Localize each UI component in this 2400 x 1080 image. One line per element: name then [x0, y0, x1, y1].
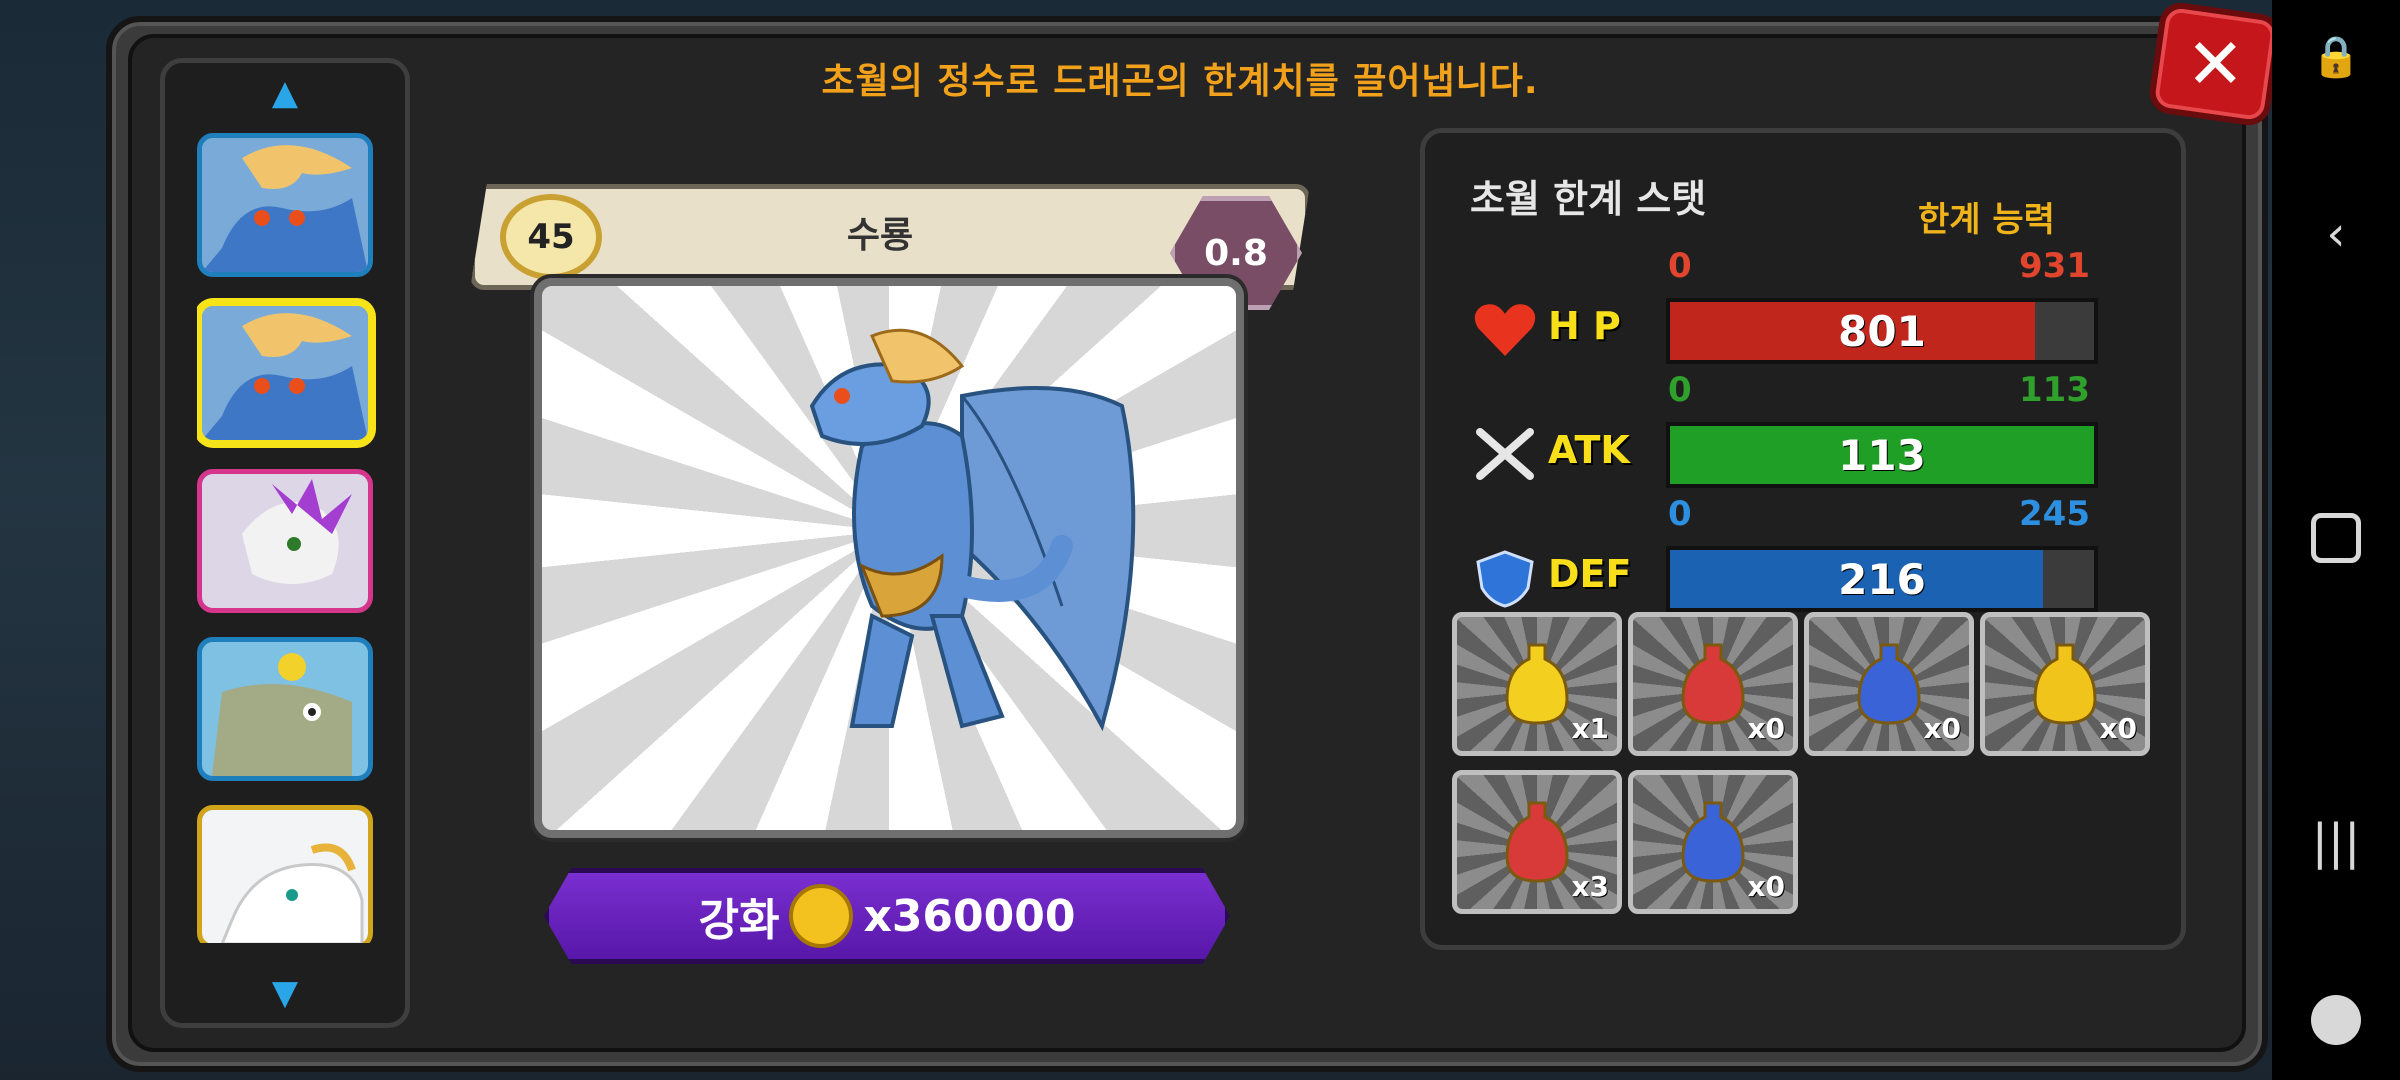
- essence-item-slot[interactable]: x0: [1804, 612, 1974, 756]
- stat-row-def: 0 245 DEF 216: [1470, 494, 2098, 614]
- dragon-list-item-selected[interactable]: [197, 301, 373, 445]
- close-button[interactable]: ✕: [2146, 0, 2284, 128]
- scroll-up-icon[interactable]: ▲: [165, 73, 405, 113]
- stat-max: 931: [2019, 246, 2090, 286]
- gamepad-circle: [2311, 995, 2361, 1045]
- back-icon[interactable]: ‹: [2306, 204, 2366, 264]
- essence-items: x1 x0 x0 x0 x3 x0: [1452, 612, 2152, 914]
- shield-icon: [1476, 550, 1534, 608]
- stat-row-atk: 0 113 ATK 113: [1470, 370, 2098, 490]
- stat-min: 0: [1668, 246, 1692, 286]
- dragon-thumbnail: [202, 474, 368, 608]
- potion-icon: [1681, 643, 1745, 725]
- close-icon: ✕: [2185, 23, 2245, 105]
- dragon-name: 수룡: [846, 215, 914, 256]
- coin-icon: [789, 884, 854, 948]
- stat-max: 245: [2019, 494, 2090, 534]
- stat-value: 216: [1838, 554, 1926, 604]
- potion-icon: [1505, 643, 1569, 725]
- dragon-thumbnail: [202, 138, 368, 272]
- enhance-label: 강화: [698, 895, 780, 946]
- item-count: x3: [1571, 870, 1609, 903]
- dragon-list-items: [197, 133, 377, 943]
- stat-min: 0: [1668, 494, 1692, 534]
- dragon-list-item[interactable]: [197, 805, 373, 943]
- dragon-image: [809, 328, 1136, 732]
- stat-min: 0: [1668, 370, 1692, 410]
- stat-name: ATK: [1548, 428, 1630, 472]
- stat-row-hp: 0 931 H P 801: [1470, 246, 2098, 366]
- heart-icon: [1474, 304, 1536, 356]
- enhance-button[interactable]: 강화 x360000: [544, 868, 1230, 964]
- stat-value: 801: [1838, 306, 1926, 356]
- essence-item-slot[interactable]: x1: [1452, 612, 1622, 756]
- level-badge: 45: [500, 194, 602, 280]
- potion-icon: [2033, 643, 2097, 725]
- stat-name: H P: [1548, 304, 1621, 348]
- essence-item-slot[interactable]: x0: [1980, 612, 2150, 756]
- item-count: x0: [2099, 712, 2137, 745]
- stats-title: 초월 한계 스탯: [1470, 177, 1707, 221]
- game-tools-icon[interactable]: [2306, 990, 2366, 1050]
- dragon-list-item[interactable]: [197, 637, 373, 781]
- home-icon[interactable]: [2306, 508, 2366, 568]
- crossed-swords-icon: [1476, 428, 1534, 480]
- stat-name: DEF: [1548, 552, 1632, 596]
- item-count: x0: [1747, 712, 1785, 745]
- system-nav-bar: 🔒 ‹ |||: [2272, 0, 2400, 1080]
- home-square: [2311, 513, 2361, 563]
- item-count: x0: [1747, 870, 1785, 903]
- scroll-down-icon[interactable]: ▼: [165, 973, 405, 1013]
- page-title: 초월의 정수로 드래곤의 한계치를 끌어냅니다.: [821, 61, 1539, 102]
- item-count: x0: [1923, 712, 1961, 745]
- potion-icon: [1505, 801, 1569, 883]
- recent-apps-icon[interactable]: |||: [2306, 812, 2366, 872]
- screen-lock-icon[interactable]: 🔒: [2306, 26, 2366, 86]
- stat-max: 113: [2019, 370, 2090, 410]
- stat-bar: 216: [1666, 546, 2098, 612]
- dragon-thumbnail: [202, 810, 368, 943]
- stat-value: 113: [1838, 430, 1926, 480]
- essence-item-slot[interactable]: x0: [1628, 612, 1798, 756]
- dragon-portrait: [534, 278, 1244, 838]
- enhance-cost: x360000: [863, 890, 1076, 942]
- essence-item-slot[interactable]: x0: [1628, 770, 1798, 914]
- item-count: x1: [1571, 712, 1609, 745]
- dragon-list-item[interactable]: [197, 133, 373, 277]
- dragon-list-item[interactable]: [197, 469, 373, 613]
- essence-item-slot[interactable]: x3: [1452, 770, 1622, 914]
- dragon-thumbnail: [202, 642, 368, 776]
- limit-ability-label: 한계 능력: [1918, 200, 2055, 240]
- dragon-list: ▲ ▼: [160, 58, 410, 1028]
- stat-bar: 801: [1666, 298, 2098, 364]
- stat-bar: 113: [1666, 422, 2098, 488]
- dragon-thumbnail: [202, 306, 368, 440]
- potion-icon: [1681, 801, 1745, 883]
- potion-icon: [1857, 643, 1921, 725]
